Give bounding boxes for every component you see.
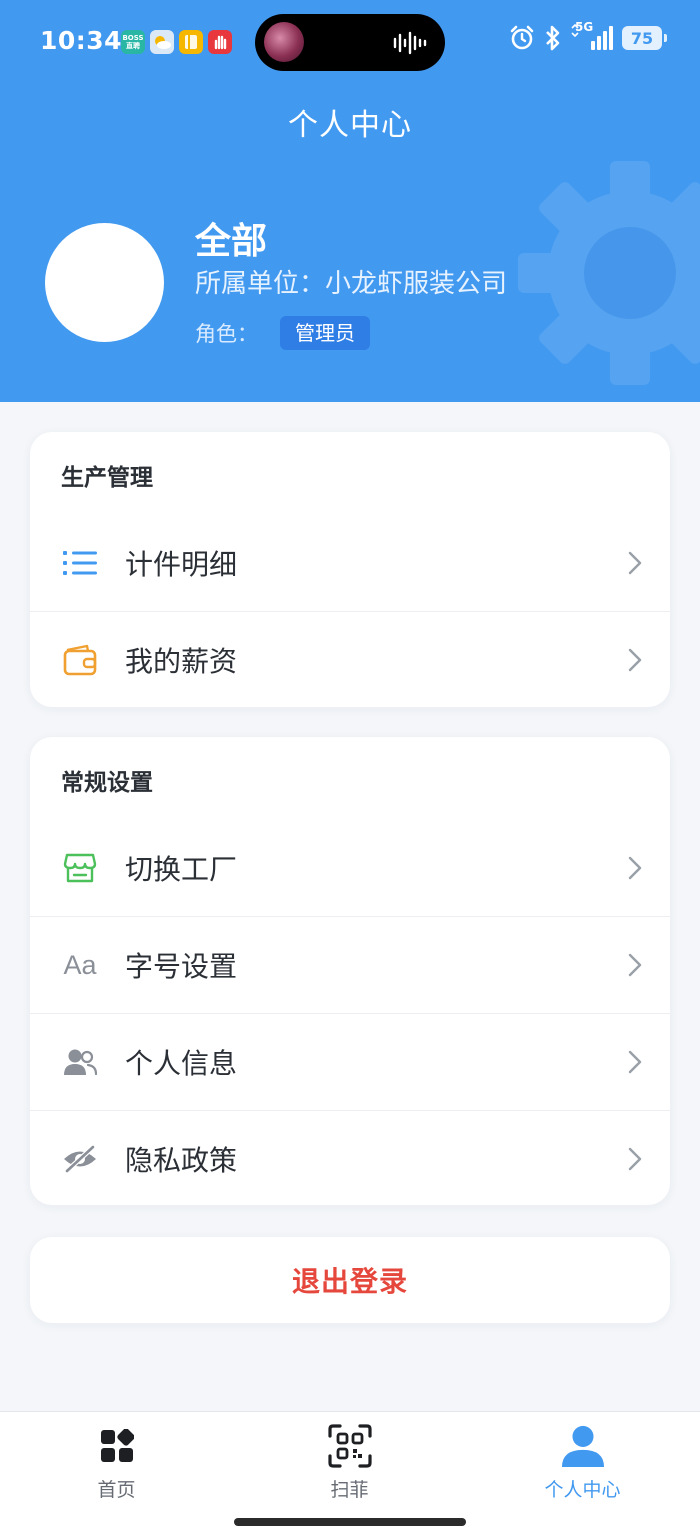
tab-home[interactable]: 首页 [0, 1412, 233, 1512]
person-icon [561, 1424, 605, 1468]
menu-item-piece-detail[interactable]: 计件明细 [30, 514, 670, 611]
tab-label: 首页 [97, 1479, 136, 1501]
chevron-right-icon [628, 1050, 642, 1074]
menu-item-font-size[interactable]: Aa 字号设置 [30, 916, 670, 1013]
wallet-icon [62, 642, 98, 678]
gear-icon [518, 161, 700, 385]
alarm-icon [510, 25, 534, 50]
eye-off-icon [62, 1141, 98, 1177]
status-right: 5G 75 [509, 20, 667, 52]
list-icon [62, 545, 98, 581]
hand-app-icon [208, 30, 232, 54]
profile-header: 10:34 BOSS 直聘 5G 75 个人中心 全部 所属单位：小龙虾服装公司… [0, 0, 700, 402]
weather-app-icon [150, 30, 174, 54]
menu-item-label: 个人信息 [125, 1047, 238, 1080]
battery-level: 75 [630, 28, 654, 48]
boss-app-icon: BOSS 直聘 [121, 30, 145, 54]
avatar[interactable] [45, 223, 164, 342]
section-title: 常规设置 [61, 770, 153, 796]
section-title: 生产管理 [61, 465, 153, 491]
settings-section: 常规设置 切换工厂 Aa 字号设置 个人信息 隐私政策 [30, 737, 670, 1205]
user-name: 全部 [195, 221, 268, 262]
store-icon [62, 850, 98, 886]
font-size-icon: Aa [63, 949, 97, 980]
chevron-right-icon [628, 856, 642, 879]
chevron-right-icon [628, 1147, 642, 1171]
menu-item-label: 计件明细 [125, 547, 238, 581]
users-icon [62, 1044, 98, 1080]
page-title: 个人中心 [288, 108, 412, 143]
music-cover-icon [264, 22, 304, 62]
menu-item-switch-factory[interactable]: 切换工厂 [30, 819, 670, 916]
menu-item-label: 我的薪资 [125, 645, 238, 678]
role-label: 角色： [195, 322, 258, 346]
company-unit: 所属单位：小龙虾服装公司 [195, 269, 508, 299]
qr-scan-icon [327, 1424, 372, 1468]
role-badge: 管理员 [280, 316, 370, 350]
chevron-right-icon [628, 551, 642, 574]
notification-app-icons: BOSS 直聘 [121, 30, 232, 54]
menu-item-label: 字号设置 [125, 950, 238, 983]
bluetooth-icon [546, 25, 560, 51]
menu-item-label: 切换工厂 [125, 852, 238, 886]
menu-item-my-salary[interactable]: 我的薪资 [30, 611, 670, 708]
notes-app-icon [179, 30, 203, 54]
status-time: 10:34 [40, 26, 123, 55]
status-bar: 10:34 BOSS 直聘 5G 75 [0, 0, 700, 84]
menu-item-label: 隐私政策 [125, 1144, 238, 1177]
menu-item-personal-info[interactable]: 个人信息 [30, 1013, 670, 1110]
dynamic-island [255, 14, 445, 71]
menu-item-privacy-policy[interactable]: 隐私政策 [30, 1110, 670, 1207]
tab-scan[interactable]: 扫菲 [233, 1412, 466, 1512]
production-section: 生产管理 计件明细 我的薪资 [30, 432, 670, 707]
cellular-signal-icon: 5G [571, 20, 613, 52]
tab-profile[interactable]: 个人中心 [466, 1412, 699, 1512]
audio-wave-icon [393, 31, 427, 55]
apps-grid-icon [95, 1424, 139, 1468]
tab-label: 扫菲 [330, 1479, 369, 1501]
chevron-right-icon [628, 648, 642, 672]
tab-label: 个人中心 [544, 1479, 621, 1501]
logout-button[interactable]: 退出登录 [30, 1237, 670, 1323]
role-line: 角色： 管理员 [195, 316, 370, 350]
battery-icon: 75 [622, 26, 667, 50]
chevron-right-icon [628, 953, 642, 977]
home-indicator [234, 1518, 466, 1526]
